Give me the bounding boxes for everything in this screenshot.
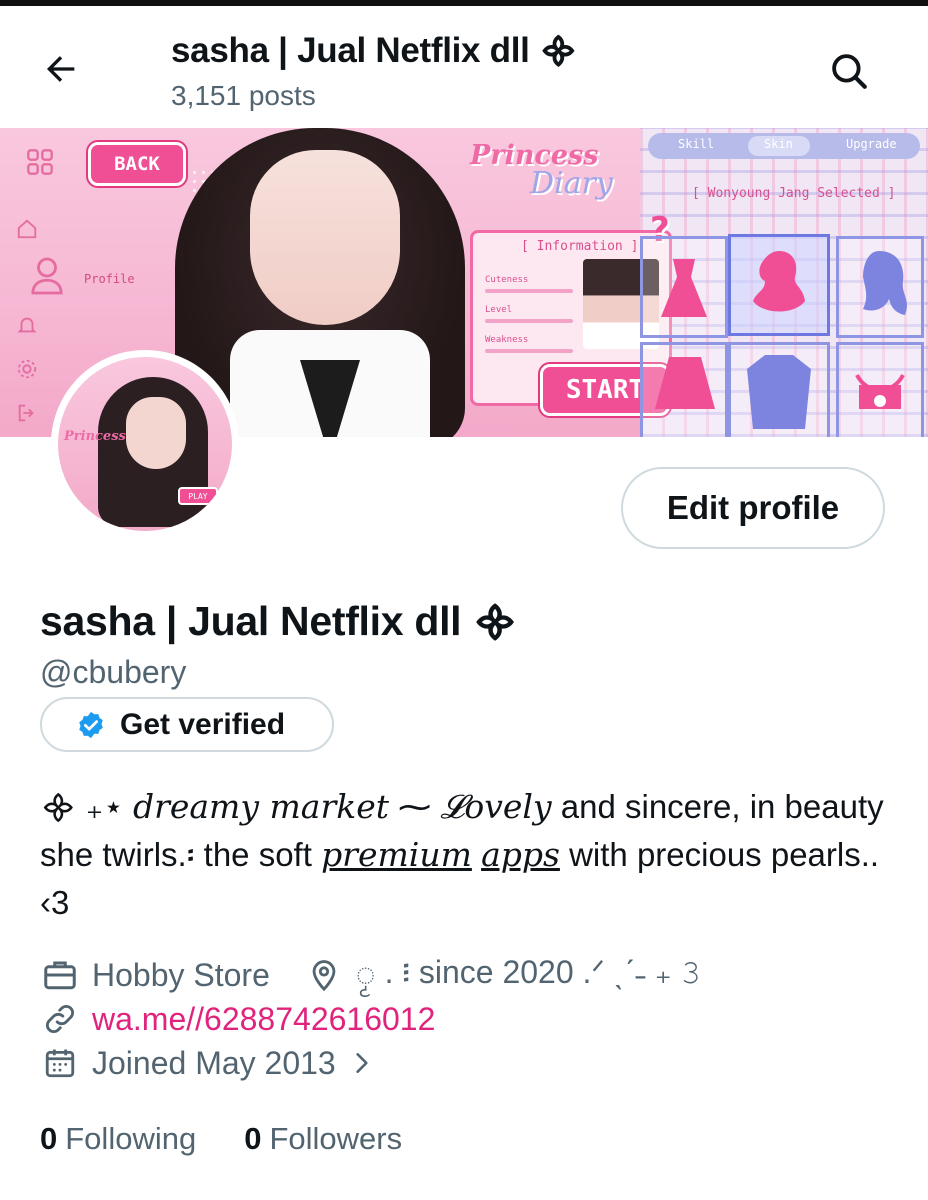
profile-location: ၟ . ፧ since 2020 .ᐟ ˎˊ˗ ₊ 𝟹 — [355, 954, 702, 990]
followers-link[interactable]: 0 Followers — [244, 1121, 402, 1157]
profile-avatar[interactable]: Princess PLAY — [51, 350, 239, 538]
info-row-label: Cuteness — [485, 275, 529, 285]
bio-lead-symbols: ᯽ ₊⋆ — [40, 788, 133, 825]
header-post-count: 3,151 posts — [171, 80, 316, 111]
silhouette-icon — [753, 251, 805, 312]
get-verified-label: Get verified — [120, 707, 286, 741]
link-icon — [40, 999, 80, 1039]
avatar-image: Princess PLAY — [58, 357, 232, 531]
info-row-label: Weakness — [485, 335, 529, 345]
bell-icon — [17, 317, 37, 333]
banner-tab-skin: Skin — [764, 137, 793, 151]
profile-meta-row: Hobby Store ၟ . ፧ since 2020 .ᐟ ˎˊ˗ ₊ 𝟹 — [40, 953, 701, 997]
back-button[interactable] — [38, 46, 84, 92]
follow-stats: 0 Following 0 Followers — [40, 1117, 450, 1161]
profile-category: Hobby Store — [92, 956, 270, 993]
status-bar-edge — [0, 0, 928, 6]
outfit-cell-skirt — [640, 342, 728, 437]
profile-website-link[interactable]: wa.me//6288742616012 — [92, 1001, 435, 1038]
avatar-princess-text: Princess — [64, 429, 126, 444]
outfit-cell-top — [728, 342, 830, 437]
followers-count: 0 — [244, 1121, 262, 1156]
location-pin-icon — [304, 955, 344, 995]
bio-dreamy-market: dreamy market — [132, 787, 390, 826]
banner-tab-skill: Skill — [678, 137, 715, 151]
hair-icon — [863, 251, 907, 315]
user-icon — [31, 257, 63, 295]
profile-joined-row[interactable]: Joined May 2013 — [40, 1041, 394, 1085]
info-card-title: [ Information ] — [521, 239, 639, 254]
profile-joined-date: Joined May 2013 — [92, 1044, 336, 1081]
outfit-cell-dress — [640, 236, 728, 338]
get-verified-button[interactable]: Get verified — [40, 697, 334, 752]
shirt-icon — [747, 355, 811, 429]
avatar-face — [126, 397, 186, 469]
header-title: sasha | Jual Netflix dll ᯽ — [171, 31, 578, 70]
edit-profile-button[interactable]: Edit profile — [621, 467, 885, 549]
banner-diary-text: Diary — [530, 166, 613, 201]
chevron-right-icon — [342, 1043, 382, 1083]
info-row-bar — [485, 319, 573, 323]
logout-icon — [18, 404, 34, 422]
banner-portrait-face — [250, 150, 400, 325]
gear-icon — [17, 359, 37, 379]
outfit-cell-accessory — [836, 342, 924, 437]
arrow-left-icon — [47, 56, 75, 82]
followers-label: Followers — [269, 1121, 403, 1156]
bio-premium: premium — [321, 835, 472, 874]
home-icon — [17, 219, 37, 239]
search-icon — [832, 54, 867, 89]
banner-selected-label: [ Wonyoung Jang Selected ] — [692, 186, 896, 201]
grid-icon — [27, 149, 53, 175]
skirt-icon — [655, 357, 715, 409]
calendar-icon — [40, 1043, 80, 1083]
following-label: Following — [65, 1121, 197, 1156]
profile-handle: @cbubery — [40, 654, 187, 690]
info-row-label: Level — [485, 305, 513, 315]
following-count: 0 — [40, 1121, 58, 1156]
briefcase-icon — [40, 955, 80, 995]
outfit-cell-silhouette — [728, 234, 830, 336]
search-button[interactable] — [824, 46, 874, 96]
banner-side-nav — [12, 138, 66, 428]
banner-tabs: Skill Skin Upgrade — [648, 133, 920, 159]
verified-badge-icon — [76, 710, 106, 740]
profile-display-name: sasha | Jual Netflix dll ᯽ — [40, 598, 518, 644]
info-row-bar — [485, 349, 573, 353]
outfit-cell-hair — [836, 236, 924, 338]
following-link[interactable]: 0 Following — [40, 1121, 196, 1157]
avatar-play-label: PLAY — [178, 487, 218, 505]
profile-bio: ᯽ ₊⋆ dreamy market ⁓ 𝓛ovely and sincere,… — [40, 783, 900, 927]
necklace-icon — [855, 373, 905, 409]
bio-lovely: 𝓛ovely — [440, 787, 552, 826]
profile-link-row: wa.me//6288742616012 — [40, 997, 435, 1041]
banner-tab-upgrade: Upgrade — [846, 137, 897, 151]
bio-tilde: ⁓ — [389, 788, 441, 825]
banner-back-label: BACK — [88, 142, 186, 186]
banner-profile-label: Profile — [84, 272, 135, 286]
info-row-bar — [485, 289, 573, 293]
dress-icon — [661, 259, 707, 317]
bio-apps: apps — [481, 835, 560, 874]
